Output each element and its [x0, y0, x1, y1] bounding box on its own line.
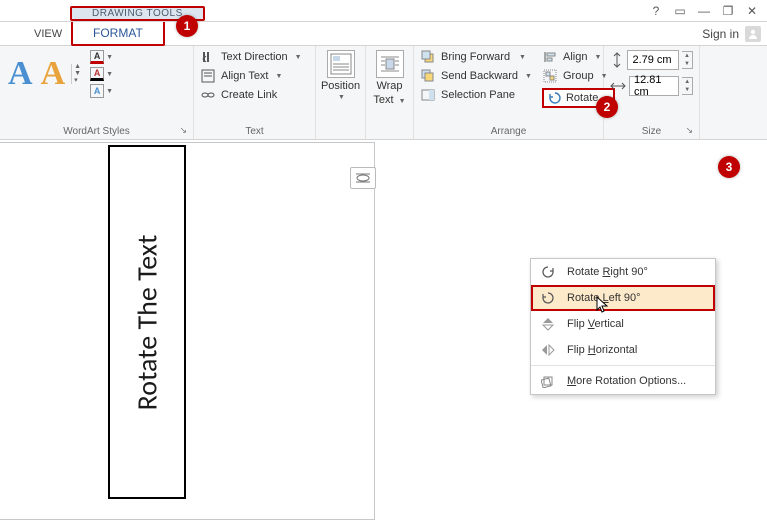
dialog-launcher-icon[interactable]: ↘: [179, 125, 187, 136]
text-box-content: Rotate The Text: [130, 234, 165, 410]
create-link-button[interactable]: Create Link: [200, 88, 309, 102]
document-area: Rotate The Text Rotate Right 90° Rotate …: [0, 140, 767, 522]
chevron-down-icon: ▼: [106, 88, 113, 95]
callout-badge-2: 2: [596, 96, 618, 118]
callout-badge-3: 3: [718, 156, 740, 178]
text-direction-button[interactable]: Text Direction ▼: [200, 50, 309, 64]
group-position: Position ▼: [316, 46, 366, 139]
layout-options-button[interactable]: [350, 167, 376, 189]
menu-item-flip-vertical[interactable]: Flip Vertical: [531, 311, 715, 337]
group-label-text: Text: [200, 124, 309, 137]
text-outline-icon: A: [90, 67, 104, 81]
text-effects-button[interactable]: A ▼: [90, 84, 113, 98]
flip-vertical-icon: [539, 316, 557, 332]
align-objects-icon: [542, 50, 558, 64]
text-outline-button[interactable]: A ▼: [90, 67, 113, 81]
group-label-size: Size ↘: [610, 124, 693, 137]
dialog-launcher-icon[interactable]: ↘: [685, 125, 693, 136]
document-page[interactable]: Rotate The Text: [0, 142, 375, 520]
text-fill-icon: A: [90, 50, 104, 64]
ribbon-tab-row: VIEW FORMAT Sign in: [0, 22, 767, 46]
chevron-down-icon: ▼: [106, 71, 113, 78]
chevron-down-icon: ▼: [338, 94, 345, 101]
selection-pane-button[interactable]: Selection Pane: [420, 88, 532, 102]
group-text: Text Direction ▼ Align Text ▼ Create Lin…: [194, 46, 316, 139]
position-button[interactable]: Position ▼: [321, 50, 360, 101]
height-icon: [610, 53, 624, 67]
wordart-style-sample-1[interactable]: A: [6, 55, 35, 93]
group-label-wordart: WordArt Styles ↘: [6, 124, 187, 137]
shape-width-input[interactable]: 12.81 cm: [629, 76, 679, 96]
close-icon[interactable]: ✕: [745, 4, 759, 18]
text-fill-button[interactable]: A ▼: [90, 50, 113, 64]
align-text-icon: [200, 69, 216, 83]
chevron-down-icon: ▼: [517, 54, 526, 61]
menu-item-flip-horizontal[interactable]: Flip Horizontal: [531, 337, 715, 363]
link-icon: [200, 88, 216, 102]
selection-pane-icon: [420, 88, 436, 102]
menu-item-rotate-left-90[interactable]: Rotate Left 90°: [531, 285, 715, 311]
wordart-style-sample-2[interactable]: A: [39, 55, 68, 93]
chevron-down-icon: ▼: [106, 54, 113, 61]
text-effects-icon: A: [90, 84, 104, 98]
chevron-down-icon: ▼: [276, 73, 283, 80]
ribbon: A A ▲▼▾ A ▼ A ▼ A ▼ WordArt Styles ↘: [0, 46, 767, 140]
callout-badge-1: 1: [176, 15, 198, 37]
menu-item-more-rotation-options[interactable]: More Rotation Options...: [531, 368, 715, 394]
flip-horizontal-icon: [539, 342, 557, 358]
width-spinner[interactable]: ▲▼: [682, 77, 693, 95]
minimize-icon[interactable]: —: [697, 4, 711, 18]
chevron-down-icon: ▼: [295, 54, 302, 61]
group-label-arrange: Arrange: [420, 124, 597, 137]
group-arrange: Bring Forward ▼ Send Backward ▼ Selectio…: [414, 46, 604, 139]
width-icon: [610, 79, 626, 93]
rotate-left-icon: [539, 290, 557, 306]
wrap-text-icon: [376, 50, 404, 78]
restore-icon[interactable]: ❐: [721, 4, 735, 18]
bring-forward-button[interactable]: Bring Forward ▼: [420, 50, 532, 64]
chevron-down-icon: ▼: [594, 54, 601, 61]
shape-height-input[interactable]: 2.79 cm: [627, 50, 679, 70]
align-text-button[interactable]: Align Text ▼: [200, 69, 309, 83]
more-rotation-icon: [539, 373, 557, 389]
text-direction-icon: [200, 50, 216, 64]
wordart-gallery-scroll[interactable]: ▲▼▾: [71, 64, 83, 84]
tab-view[interactable]: VIEW: [20, 22, 76, 45]
menu-separator: [531, 365, 715, 366]
wrap-text-button[interactable]: Wrap Text ▼: [373, 50, 405, 106]
sign-in-link[interactable]: Sign in: [702, 27, 739, 41]
title-bar: DRAWING TOOLS ? ▭ — ❐ ✕: [0, 0, 767, 22]
user-avatar-icon[interactable]: [745, 26, 761, 42]
send-backward-icon: [420, 69, 436, 83]
help-icon[interactable]: ?: [649, 4, 663, 18]
tab-format[interactable]: FORMAT: [71, 22, 165, 46]
position-icon: [327, 50, 355, 78]
group-wordart-styles: A A ▲▼▾ A ▼ A ▼ A ▼ WordArt Styles ↘: [0, 46, 194, 139]
chevron-down-icon: ▼: [399, 98, 406, 105]
rotate-dropdown-menu: Rotate Right 90° Rotate Left 90° Flip Ve…: [530, 258, 716, 395]
menu-item-rotate-right-90[interactable]: Rotate Right 90°: [531, 259, 715, 285]
text-box-shape[interactable]: Rotate The Text: [108, 145, 186, 499]
rotate-right-icon: [539, 264, 557, 280]
group-wrap-text: Wrap Text ▼: [366, 46, 414, 139]
send-backward-button[interactable]: Send Backward ▼: [420, 69, 532, 83]
rotate-icon: [547, 91, 563, 105]
height-spinner[interactable]: ▲▼: [682, 51, 693, 69]
group-size: 2.79 cm ▲▼ 12.81 cm ▲▼ Size ↘: [604, 46, 700, 139]
ribbon-display-options-icon[interactable]: ▭: [673, 4, 687, 18]
chevron-down-icon: ▼: [525, 73, 532, 80]
group-objects-icon: [542, 69, 558, 83]
bring-forward-icon: [420, 50, 436, 64]
